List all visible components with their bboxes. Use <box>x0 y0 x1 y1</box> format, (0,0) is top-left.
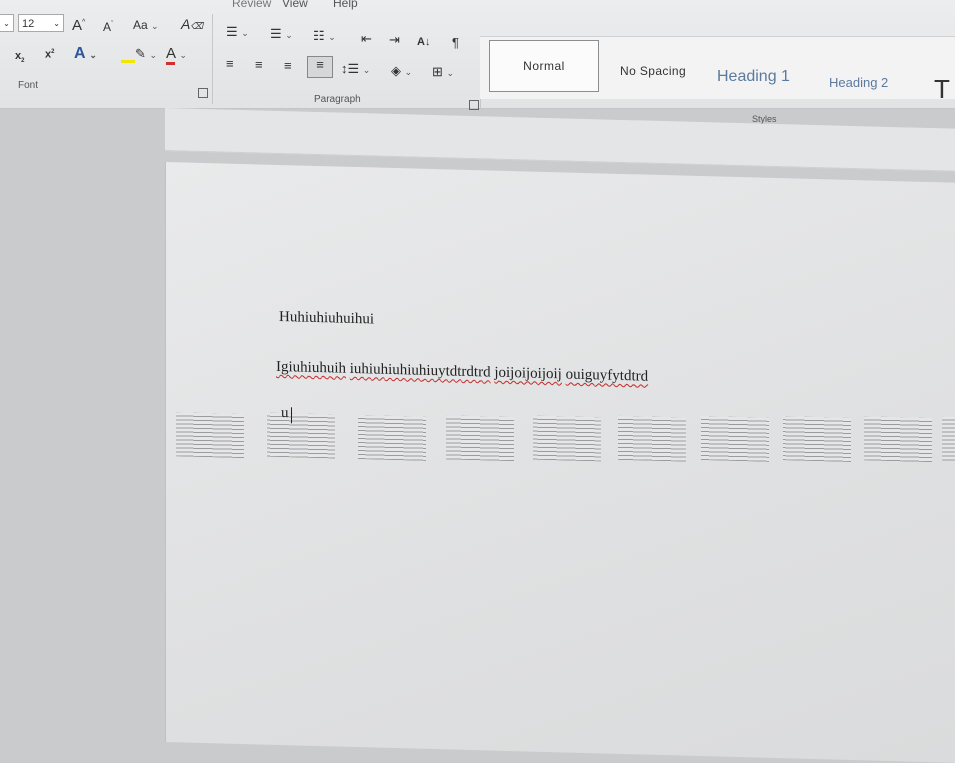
multilevel-list-icon[interactable]: ☷ ⌄ <box>313 28 336 45</box>
paragraph-dialog-launcher-icon[interactable] <box>469 100 479 110</box>
style-normal[interactable]: Normal <box>489 40 599 92</box>
highlight-color-icon[interactable]: ✎ ⌄ <box>121 46 157 63</box>
text-effects-icon[interactable]: A ⌄ <box>74 46 97 63</box>
shading-icon[interactable]: ◈ ⌄ <box>391 63 412 80</box>
font-color-icon[interactable]: A ⌄ <box>166 45 187 65</box>
text-cursor <box>291 407 292 424</box>
numbering-icon[interactable]: ☰ ⌄ <box>270 26 293 43</box>
font-size-value: 12 <box>22 18 35 30</box>
increase-indent-icon[interactable]: ⇥ <box>389 32 400 48</box>
text-block <box>533 415 601 462</box>
paragraph-group-label: Paragraph <box>314 94 361 105</box>
menu-help[interactable]: Help <box>333 0 358 10</box>
show-formatting-icon[interactable]: ¶ <box>452 35 459 51</box>
divider <box>212 14 213 104</box>
misspelled-word[interactable]: iuhiuhiuhiuhiuytdtrdtrd <box>350 361 491 381</box>
shrink-font-button[interactable]: Aˇ <box>103 17 113 35</box>
misspelled-word[interactable]: joijoijoijoij <box>494 365 562 383</box>
ribbon: Review View Help ⌄ 12 ⌄ A^ Aˇ Aa ⌄ A⌫ x2… <box>0 0 955 124</box>
menu-review[interactable]: Review <box>232 0 271 10</box>
text-block <box>942 416 955 461</box>
document-line-2[interactable]: Igiuhiuhuih iuhiuhiuhiuhiuytdtrdtrd joij… <box>276 359 648 386</box>
borders-icon[interactable]: ⊞ ⌄ <box>432 64 454 81</box>
menu-view[interactable]: View <box>282 0 308 10</box>
line-spacing-icon[interactable]: ↕☰ ⌄ <box>341 61 370 78</box>
misspelled-word[interactable]: Igiuhiuhuih <box>276 359 346 377</box>
style-title-partial[interactable]: T <box>934 74 950 105</box>
chevron-down-icon: ⌄ <box>53 19 60 28</box>
text-block <box>267 412 335 459</box>
subscript-icon[interactable]: x2 <box>15 48 24 69</box>
font-group-label: Font <box>18 80 39 91</box>
text-block <box>176 412 244 459</box>
document-page[interactable]: Huhiuhiuhuihui Igiuhiuhuih iuhiuhiuhiuhi… <box>165 162 955 763</box>
style-heading-2[interactable]: Heading 2 <box>829 75 888 90</box>
menu-bar: Review View Help <box>0 0 955 10</box>
ruler-area <box>165 108 955 172</box>
sort-icon[interactable]: A↓ <box>417 34 430 50</box>
text-block <box>864 416 932 463</box>
clear-formatting-icon[interactable]: A⌫ <box>181 16 203 34</box>
style-no-spacing[interactable]: No Spacing <box>620 64 686 78</box>
text-block <box>701 416 769 462</box>
superscript-icon[interactable]: x2 <box>45 44 54 63</box>
text-block <box>783 416 851 462</box>
align-left-icon[interactable]: ≡ <box>226 56 234 72</box>
text-block <box>358 415 426 461</box>
font-dialog-launcher-icon[interactable] <box>198 88 208 98</box>
cursor-text[interactable]: u <box>281 405 289 422</box>
text-block <box>446 415 514 462</box>
align-right-icon[interactable]: ≡ <box>284 58 292 74</box>
style-heading-1[interactable]: Heading 1 <box>717 68 790 86</box>
grow-font-button[interactable]: A^ <box>72 15 85 34</box>
justify-icon[interactable]: ≡ <box>307 56 333 78</box>
misspelled-word[interactable]: ouiguyfytdtrd <box>566 366 649 384</box>
align-center-icon[interactable]: ≡ <box>255 57 263 73</box>
bullets-icon[interactable]: ☰ ⌄ <box>226 24 249 41</box>
document-line-1[interactable]: Huhiuhiuhuihui <box>279 309 374 328</box>
text-block <box>618 415 686 462</box>
decrease-indent-icon[interactable]: ⇤ <box>361 31 372 47</box>
font-size-select[interactable]: 12 ⌄ <box>18 14 64 32</box>
change-case-button[interactable]: Aa ⌄ <box>133 17 159 34</box>
font-name-dropdown[interactable]: ⌄ <box>0 14 14 32</box>
